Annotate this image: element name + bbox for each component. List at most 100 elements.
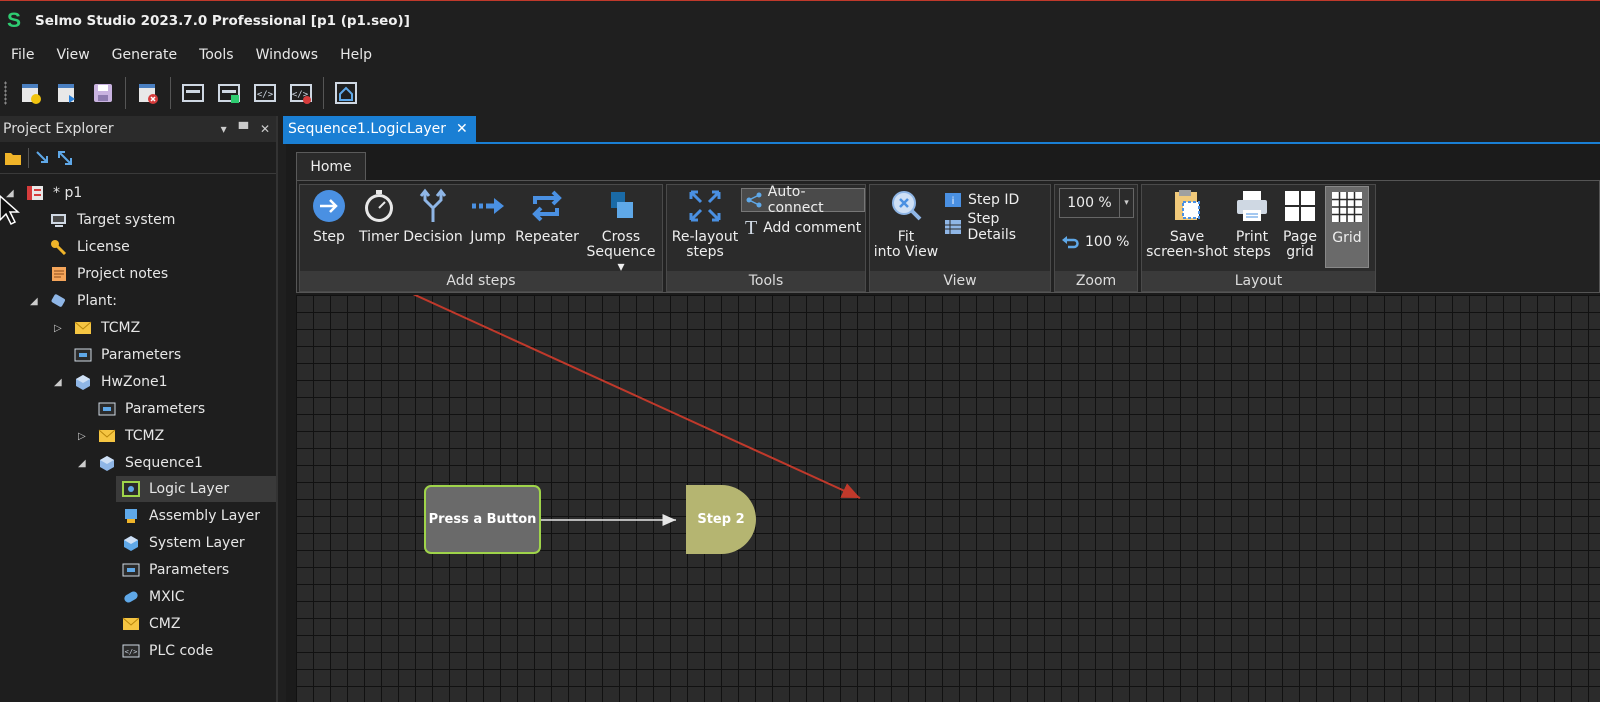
close-tab-icon[interactable]: ✕ <box>456 121 468 137</box>
button-label: Step <box>313 229 345 245</box>
tree-node-plc-code[interactable]: </> PLC code <box>122 638 213 664</box>
tree-node-hwzone1[interactable]: ◢ HwZone1 <box>54 369 168 395</box>
step-details-toggle[interactable]: Step Details <box>944 211 1050 243</box>
tree-node-cmz[interactable]: CMZ <box>122 611 180 637</box>
parameters-icon <box>98 402 116 416</box>
tree-node-project-notes[interactable]: Project notes <box>50 261 168 287</box>
tree-node-tcmz[interactable]: ▷ TCMZ <box>78 423 164 449</box>
relayout-steps-button[interactable]: Re-layout steps <box>670 188 740 260</box>
collapse-arrow-icon[interactable]: ◢ <box>30 296 44 307</box>
grid-icon <box>1332 192 1362 222</box>
save-icon <box>94 84 112 102</box>
cross-sequence-dropdown[interactable]: Cross Sequence ▾ <box>584 188 658 275</box>
cube-icon <box>100 456 114 471</box>
add-comment-button[interactable]: T Add comment <box>745 216 861 240</box>
button-label: Save <box>1169 229 1205 245</box>
menu-generate[interactable]: Generate <box>101 47 188 63</box>
button-label: Grid <box>1332 230 1362 246</box>
collapse-arrow-icon[interactable]: ◢ <box>54 377 68 388</box>
ribbon-group-tools: Re-layout steps Auto-connect T Add comme… <box>666 184 866 292</box>
reset-zoom-button[interactable]: 100 % <box>1061 231 1129 253</box>
decision-icon <box>419 188 447 222</box>
tree-node-license[interactable]: License <box>50 234 130 260</box>
home-button[interactable] <box>332 79 360 107</box>
logic-layer-icon <box>122 481 140 497</box>
sequence-canvas[interactable]: Press a Button Step 2 <box>296 295 1600 702</box>
folder-icon[interactable] <box>4 150 22 166</box>
menu-tools[interactable]: Tools <box>188 47 245 63</box>
open-project-button[interactable] <box>53 79 81 107</box>
menu-bar: File View Generate Tools Windows Help <box>0 40 1600 70</box>
toolbar-grip[interactable] <box>4 81 7 105</box>
tree-node-label: Parameters <box>149 562 230 578</box>
delete-code-button[interactable]: </> <box>287 79 315 107</box>
add-step-button[interactable]: Step <box>304 188 354 245</box>
fit-into-view-button[interactable]: Fit into View <box>872 188 940 260</box>
collapse-all-icon[interactable] <box>35 150 51 166</box>
dropdown-icon[interactable]: ▾ <box>221 122 227 136</box>
notes-icon <box>52 267 66 281</box>
add-decision-button[interactable]: Decision <box>403 188 463 245</box>
save-button[interactable] <box>89 79 117 107</box>
save-screenshot-button[interactable]: Save screen-shot <box>1146 188 1228 260</box>
tree-node-label: Logic Layer <box>149 481 230 497</box>
panel-title: Project Explorer <box>3 121 114 137</box>
menu-view[interactable]: View <box>45 47 100 63</box>
close-project-button[interactable] <box>134 79 162 107</box>
tree-node-parameters[interactable]: Parameters <box>98 396 205 422</box>
step-node-press-a-button[interactable]: Press a Button <box>424 485 541 554</box>
add-timer-button[interactable]: Timer <box>354 188 404 245</box>
menu-windows[interactable]: Windows <box>245 47 330 63</box>
add-repeater-button[interactable]: Repeater <box>514 188 580 245</box>
button-label: Timer <box>358 229 400 245</box>
zoom-value: 100 % <box>1067 195 1112 211</box>
page-grid-button[interactable]: Page grid <box>1278 188 1322 260</box>
window-title: Selmo Studio 2023.7.0 Professional [p1 (… <box>35 12 410 29</box>
tree-node-label: System Layer <box>149 535 245 551</box>
tab-sequence1-logiclayer[interactable]: Sequence1.LogicLayer ✕ <box>283 116 476 142</box>
tree-node-logic-layer[interactable]: Logic Layer <box>116 476 276 502</box>
tree-node-assembly-layer[interactable]: Assembly Layer <box>122 503 260 529</box>
pin-icon[interactable]: ▀ <box>239 122 248 136</box>
code-icon: </> <box>122 644 140 658</box>
toolbar: </> </> <box>0 72 1600 114</box>
step-id-toggle[interactable]: i Step ID <box>944 189 1019 211</box>
group-label: Zoom <box>1055 271 1137 291</box>
zoom-select[interactable]: 100 % ▾ <box>1059 188 1134 218</box>
auto-connect-toggle[interactable]: Auto-connect <box>741 184 865 216</box>
button-label: Decision <box>403 229 463 245</box>
expand-arrow-icon[interactable]: ▷ <box>54 323 68 334</box>
tree-node-tcmz[interactable]: ▷ TCMZ <box>54 315 140 341</box>
step-node-step-2[interactable]: Step 2 <box>686 485 756 554</box>
tree-node-parameters[interactable]: Parameters <box>74 342 181 368</box>
expand-all-icon[interactable] <box>57 150 73 166</box>
menu-help[interactable]: Help <box>329 47 383 63</box>
button-label: Step ID <box>968 192 1020 208</box>
add-jump-button[interactable]: Jump <box>466 188 510 245</box>
tree-node-system-layer[interactable]: System Layer <box>122 530 245 556</box>
close-icon[interactable]: ✕ <box>260 122 270 136</box>
collapse-arrow-icon[interactable]: ◢ <box>78 458 92 469</box>
tree-node-label: Sequence1 <box>125 455 203 471</box>
tab-home[interactable]: Home <box>296 152 366 180</box>
print-steps-button[interactable]: Print steps <box>1228 188 1276 260</box>
details-table-icon <box>945 220 961 234</box>
tree-node-mxic[interactable]: MXIC <box>122 584 185 610</box>
tree-node-plant[interactable]: ◢ Plant: <box>30 288 117 314</box>
chevron-down-icon[interactable]: ▾ <box>1119 189 1133 217</box>
tree-node-parameters[interactable]: Parameters <box>122 557 229 583</box>
target-system-icon <box>51 214 66 227</box>
window-layout-button[interactable] <box>179 79 207 107</box>
button-label: Add comment <box>763 220 862 236</box>
new-project-button[interactable] <box>17 79 45 107</box>
open-project-icon <box>58 84 75 103</box>
menu-file[interactable]: File <box>0 47 45 63</box>
generate-code-button[interactable]: </> <box>251 79 279 107</box>
tree-node-target-system[interactable]: Target system <box>50 207 175 233</box>
svg-text:</>: </> <box>257 90 274 100</box>
expand-arrow-icon[interactable]: ▷ <box>78 431 92 442</box>
button-label: Jump <box>470 229 506 245</box>
grid-toggle[interactable]: Grid <box>1325 186 1369 268</box>
tree-node-sequence1[interactable]: ◢ Sequence1 <box>78 450 203 476</box>
window-add-button[interactable] <box>215 79 243 107</box>
